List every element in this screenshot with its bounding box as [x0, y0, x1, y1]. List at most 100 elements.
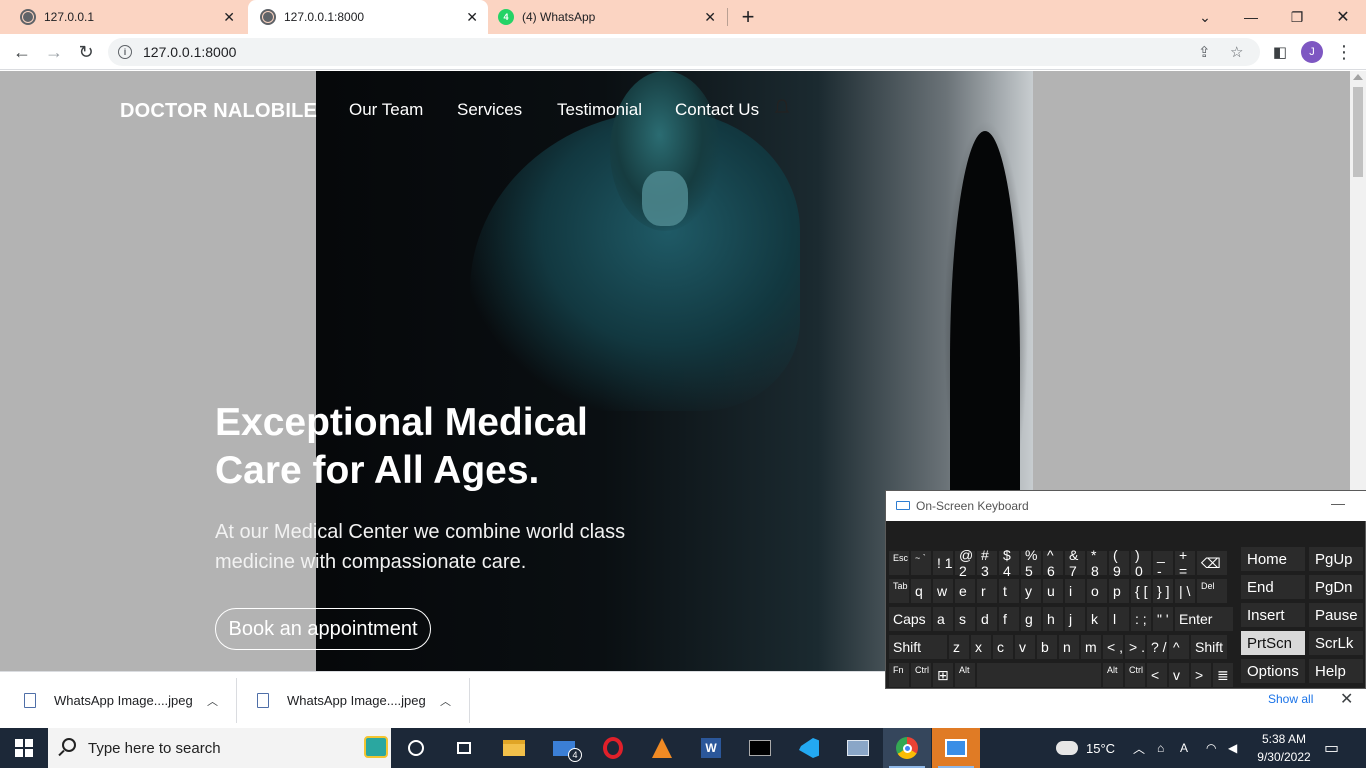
osk-key[interactable]: @ 2 — [955, 547, 975, 579]
osk-key[interactable]: ? / — [1147, 635, 1167, 659]
restore-icon[interactable]: ❐ — [1274, 0, 1320, 34]
osk-key[interactable]: x — [971, 635, 991, 659]
tab-127-0-0-1-8000[interactable]: 127.0.0.1:8000 ✕ — [248, 0, 488, 34]
osk-key[interactable]: : ; — [1131, 607, 1151, 631]
osk-key[interactable]: a — [933, 607, 953, 631]
osk-key[interactable]: ^ — [1169, 635, 1189, 659]
osk-key[interactable]: d — [977, 607, 997, 631]
osk-key[interactable]: i — [1065, 579, 1085, 603]
side-panel-icon[interactable]: ◧ — [1268, 40, 1292, 64]
search-highlight-icon[interactable] — [364, 736, 388, 758]
minimize-icon[interactable]: — — [1228, 0, 1274, 34]
bell-icon[interactable] — [773, 98, 791, 116]
osk-key[interactable]: j — [1065, 607, 1085, 631]
osk-key-pgdn[interactable]: PgDn — [1309, 575, 1363, 599]
weather-widget[interactable]: 15°C — [1056, 728, 1115, 768]
show-all-downloads-link[interactable]: Show all — [1268, 692, 1313, 706]
osk-key-options[interactable]: Options — [1241, 659, 1305, 683]
vlc-icon[interactable] — [638, 728, 686, 768]
osk-key[interactable]: e — [955, 579, 975, 603]
close-tab-icon[interactable]: ✕ — [466, 9, 478, 26]
osk-key[interactable]: > . — [1125, 635, 1145, 659]
osk-key[interactable]: Tab — [889, 579, 909, 603]
osk-key[interactable]: > — [1191, 663, 1211, 687]
osk-key[interactable]: h — [1043, 607, 1063, 631]
osk-key[interactable]: r — [977, 579, 997, 603]
minimize-icon[interactable]: — — [1331, 495, 1345, 511]
osk-key[interactable]: & 7 — [1065, 547, 1085, 579]
osk-key[interactable]: o — [1087, 579, 1107, 603]
tab-whatsapp[interactable]: 4 (4) WhatsApp ✕ — [490, 0, 726, 34]
osk-key[interactable]: Alt — [955, 663, 975, 687]
nav-contact-us[interactable]: Contact Us — [675, 100, 759, 120]
task-view-icon[interactable] — [440, 728, 488, 768]
osk-key[interactable]: ≣ — [1213, 663, 1233, 687]
osk-key-end[interactable]: End — [1241, 575, 1305, 599]
show-hidden-icons[interactable]: ︿ — [1133, 728, 1145, 768]
osk-key[interactable]: b — [1037, 635, 1057, 659]
osk-key[interactable]: Shift — [1191, 635, 1227, 659]
osk-key[interactable]: Fn — [889, 663, 909, 687]
vscode-icon[interactable] — [785, 728, 833, 768]
osk-key[interactable]: ) 0 — [1131, 547, 1151, 579]
osk-key[interactable]: w — [933, 579, 953, 603]
osk-key[interactable]: ~ ` — [911, 551, 931, 575]
scroll-thumb[interactable] — [1353, 87, 1363, 177]
osk-key[interactable]: c — [993, 635, 1013, 659]
scroll-up-icon[interactable] — [1353, 74, 1363, 80]
osk-key[interactable] — [977, 663, 1101, 687]
close-window-icon[interactable]: ✕ — [1320, 0, 1366, 34]
osk-key[interactable]: y — [1021, 579, 1041, 603]
osk-key[interactable]: u — [1043, 579, 1063, 603]
meet-now-icon[interactable]: ⌂ — [1157, 728, 1164, 768]
back-icon[interactable]: ← — [10, 40, 34, 64]
osk-key[interactable]: Caps — [889, 607, 931, 631]
profile-avatar[interactable]: J — [1301, 41, 1323, 63]
osk-key[interactable]: k — [1087, 607, 1107, 631]
volume-icon[interactable]: ◀ — [1228, 728, 1237, 768]
osk-key-pgup[interactable]: PgUp — [1309, 547, 1363, 571]
close-tab-icon[interactable]: ✕ — [223, 9, 235, 26]
osk-key[interactable]: % 5 — [1021, 547, 1041, 579]
site-brand[interactable]: DOCTOR NALOBILE — [120, 100, 317, 123]
opera-icon[interactable] — [589, 728, 637, 768]
osk-key-scrlk[interactable]: ScrLk — [1309, 631, 1363, 655]
osk-key[interactable]: t — [999, 579, 1019, 603]
reload-icon[interactable]: ↻ — [74, 40, 98, 64]
osk-key[interactable]: g — [1021, 607, 1041, 631]
terminal-icon[interactable] — [736, 728, 784, 768]
osk-key[interactable]: Ctrl — [911, 663, 931, 687]
osk-key[interactable]: p — [1109, 579, 1129, 603]
osk-key[interactable]: z — [949, 635, 969, 659]
osk-key[interactable]: s — [955, 607, 975, 631]
osk-key[interactable]: Shift — [889, 635, 947, 659]
chrome-icon[interactable] — [883, 728, 931, 768]
osk-key[interactable]: ( 9 — [1109, 547, 1129, 579]
osk-key-home[interactable]: Home — [1241, 547, 1305, 571]
osk-key-help[interactable]: Help — [1309, 659, 1363, 683]
osk-title-bar[interactable]: On-Screen Keyboard — — [886, 491, 1366, 521]
chevron-up-icon[interactable]: ︿ — [440, 693, 451, 709]
osk-key[interactable]: { [ — [1131, 579, 1151, 603]
address-bar[interactable]: i 127.0.0.1:8000 ⇪ ☆ — [108, 38, 1260, 66]
osk-key[interactable]: l — [1109, 607, 1129, 631]
osk-key[interactable]: _ - — [1153, 547, 1173, 579]
osk-key-pause[interactable]: Pause — [1309, 603, 1363, 627]
osk-key[interactable]: ! 1 — [933, 551, 953, 575]
menu-dots-icon[interactable]: ⋮ — [1332, 40, 1356, 64]
cortana-icon[interactable] — [392, 728, 440, 768]
osk-key[interactable]: q — [911, 579, 931, 603]
osk-key[interactable]: v — [1015, 635, 1035, 659]
download-item[interactable]: WhatsApp Image....jpeg ︿ — [257, 672, 467, 729]
chevron-up-icon[interactable]: ︿ — [207, 693, 218, 709]
language-icon[interactable]: A — [1180, 728, 1188, 768]
nav-testimonial[interactable]: Testimonial — [557, 100, 642, 120]
book-appointment-button[interactable]: Book an appointment — [215, 608, 431, 650]
osk-key[interactable]: f — [999, 607, 1019, 631]
osk-key[interactable]: Esc — [889, 551, 909, 575]
taskbar-search-box[interactable]: Type here to search — [48, 728, 391, 768]
osk-key[interactable]: Ctrl — [1125, 663, 1145, 687]
network-app-icon[interactable] — [834, 728, 882, 768]
share-icon[interactable]: ⇪ — [1198, 43, 1211, 61]
osk-key-insert[interactable]: Insert — [1241, 603, 1305, 627]
